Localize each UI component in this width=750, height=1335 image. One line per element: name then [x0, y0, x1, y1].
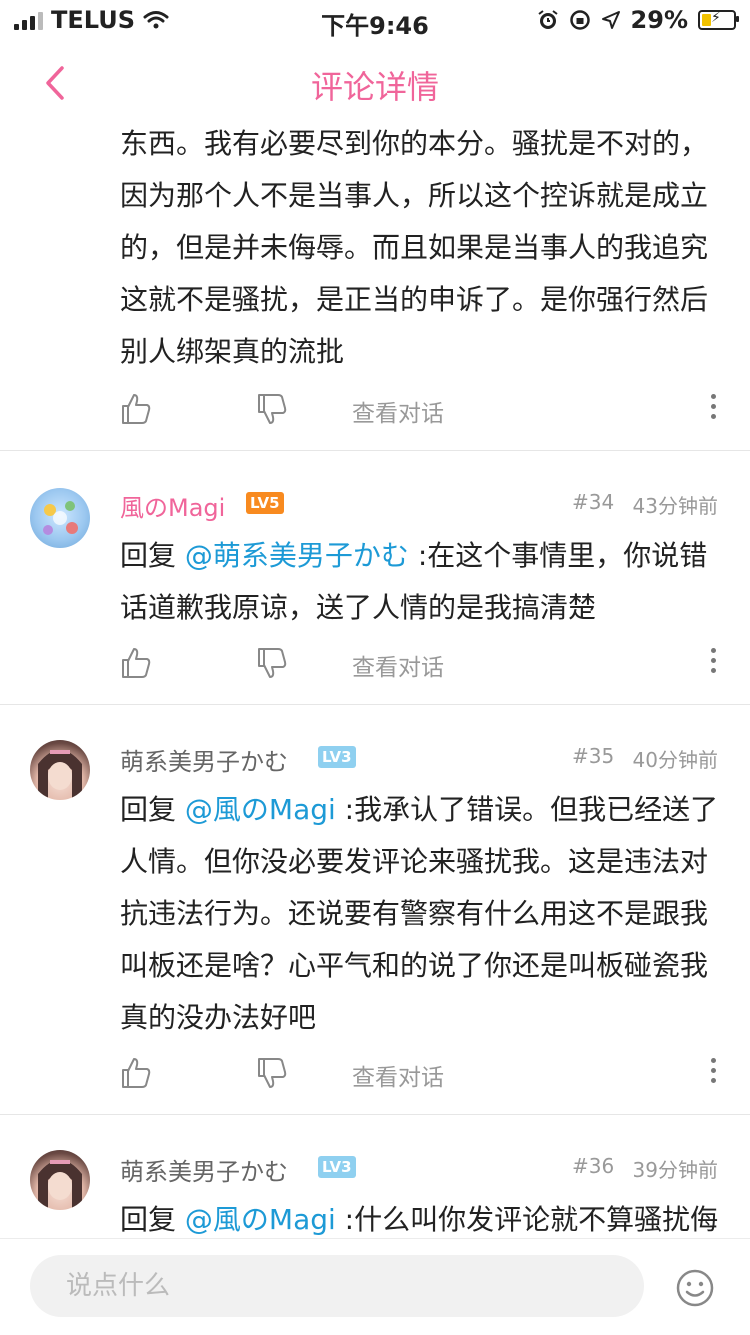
comment-text: 回复 @萌系美男子かむ :在这个事情里，你说错话道歉我原谅，送了人情的是我搞清楚	[120, 530, 720, 634]
emoji-icon[interactable]	[675, 1268, 715, 1308]
navigation-bar: 评论详情	[0, 40, 750, 128]
avatar[interactable]	[30, 1150, 90, 1210]
comment-input-bar	[0, 1238, 750, 1335]
more-vertical-icon[interactable]	[706, 1058, 720, 1088]
comment-text: 东西。我有必要尽到你的本分。骚扰是不对的，因为那个人不是当事人，所以这个控诉就是…	[120, 127, 709, 368]
reply-prefix: 回复	[120, 793, 185, 826]
thumbs-down-icon[interactable]	[256, 646, 288, 680]
mention-link[interactable]: @風のMagi	[185, 793, 336, 826]
status-right: 29% ⚡	[537, 6, 739, 34]
thumbs-down-icon[interactable]	[256, 392, 288, 426]
comment-time: 40分钟前	[632, 748, 718, 772]
floor-number: #35	[572, 744, 615, 768]
thumbs-down-icon[interactable]	[256, 1056, 288, 1090]
reply-prefix: 回复	[120, 1203, 185, 1236]
avatar-illustration	[38, 1160, 82, 1210]
thumbs-up-icon[interactable]	[120, 1056, 152, 1090]
page-title: 评论详情	[310, 68, 439, 106]
divider	[0, 450, 750, 451]
comment-input[interactable]	[30, 1255, 644, 1317]
status-bar: TELUS 下午9:46 29% ⚡	[0, 0, 750, 40]
more-vertical-icon[interactable]	[706, 394, 720, 424]
comment-time: 39分钟前	[632, 1158, 718, 1182]
floor-number: #36	[572, 1154, 615, 1178]
floor-number: #34	[572, 490, 615, 514]
more-vertical-icon[interactable]	[706, 648, 720, 678]
username[interactable]: 萌系美男子かむ	[120, 1152, 288, 1187]
comment-text: 回复 @風のMagi :我承认了错误。但我已经送了人情。但你没必要发评论来骚扰我…	[120, 784, 720, 1044]
view-conversation-link[interactable]: 查看对话	[352, 648, 444, 682]
reply-prefix: 回复	[120, 539, 185, 572]
comment-actions: 查看对话	[0, 392, 750, 432]
rotation-lock-icon	[569, 10, 590, 30]
avatar[interactable]	[30, 740, 90, 800]
battery-percent: 29%	[630, 6, 688, 34]
mention-link[interactable]: @風のMagi	[185, 1203, 336, 1236]
reply-body: :什么叫你发评论就不算骚扰侮	[335, 1203, 719, 1236]
comment-actions: 查看对话	[0, 1056, 750, 1096]
alarm-icon	[537, 10, 558, 29]
view-conversation-link[interactable]: 查看对话	[352, 394, 444, 428]
username[interactable]: 風のMagi	[120, 488, 225, 523]
avatar[interactable]	[30, 488, 90, 548]
comment-actions: 查看对话	[0, 646, 750, 686]
reply-body: :我承认了错误。但我已经送了人情。但你没必要发评论来骚扰我。这是违法对抗违法行为…	[120, 793, 719, 1034]
battery-icon: ⚡	[698, 10, 739, 30]
level-badge: LV5	[246, 492, 284, 514]
level-badge: LV3	[318, 1156, 356, 1178]
avatar-illustration	[38, 750, 82, 800]
divider	[0, 704, 750, 705]
location-icon	[601, 11, 620, 29]
username[interactable]: 萌系美男子かむ	[120, 742, 288, 777]
view-conversation-link[interactable]: 查看对话	[352, 1058, 444, 1092]
thumbs-up-icon[interactable]	[120, 392, 152, 426]
avatar-illustration	[43, 501, 78, 535]
level-badge: LV3	[318, 746, 356, 768]
comment-time: 43分钟前	[632, 494, 718, 518]
thumbs-up-icon[interactable]	[120, 646, 152, 680]
divider	[0, 1114, 750, 1115]
mention-link[interactable]: @萌系美男子かむ	[185, 539, 409, 572]
